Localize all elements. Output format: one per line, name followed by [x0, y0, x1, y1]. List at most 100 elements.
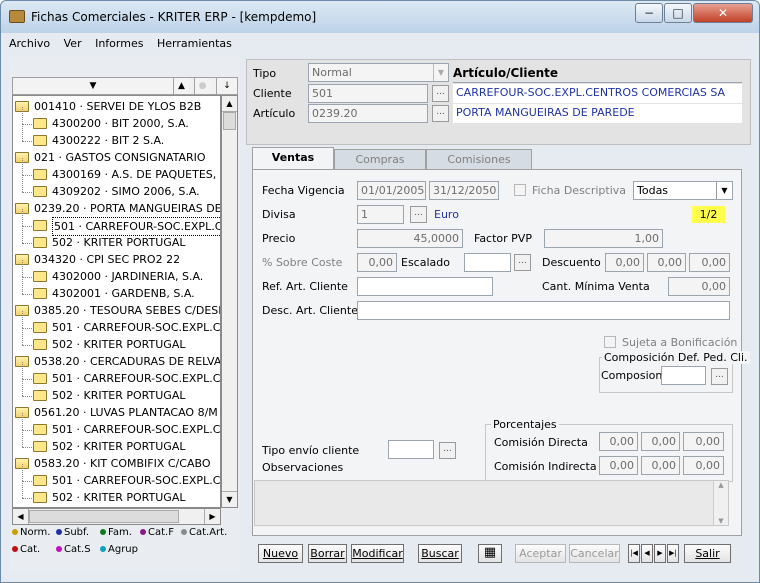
sobre-coste-field[interactable]: 0,00 — [357, 253, 397, 272]
descuento-field-3[interactable]: 0,00 — [689, 253, 730, 272]
articulo-lookup-button[interactable]: ... — [432, 105, 449, 122]
comision-indirecta-1[interactable]: 0,00 — [599, 456, 638, 475]
comision-indirecta-2[interactable]: 0,00 — [641, 456, 680, 475]
tree-view[interactable]: 001410 · SERVEI DE YLOS B2B 4300200 · BIT… — [12, 95, 221, 508]
menu-herramientas[interactable]: Herramientas — [157, 35, 232, 53]
tree-node-client[interactable]: 502 · KRITER PORTUGAL — [13, 438, 220, 455]
tree-node-article[interactable]: 021 · GASTOS CONSIGNATARIO — [13, 149, 220, 166]
next-record-icon[interactable]: ▶ — [654, 544, 666, 563]
comision-indirecta-label: Comisión Indirecta — [494, 460, 597, 473]
tree-node-article[interactable]: 034320 · CPI SEC PRO2 22 — [13, 251, 220, 268]
menu-ver[interactable]: Ver — [64, 35, 82, 53]
tree-horizontal-scrollbar[interactable]: ◀ ▶ — [12, 508, 221, 525]
cancelar-button[interactable]: Cancelar — [569, 544, 620, 563]
sort-down-button[interactable]: ↓ — [216, 78, 237, 94]
cliente-code-field[interactable]: 501 — [308, 84, 428, 103]
composicion-lookup-button[interactable]: ... — [711, 368, 728, 385]
desc-art-cliente-label: Desc. Art. Cliente — [262, 304, 358, 317]
tree-node-article[interactable]: 0538.20 · CERCADURAS DE RELVA — [13, 353, 221, 370]
fecha-desde-field[interactable]: 01/01/2005 — [357, 181, 426, 200]
close-button[interactable]: ✕ — [693, 3, 753, 23]
tree-node-client[interactable]: 501 · CARREFOUR-SOC.EXPL.C — [13, 472, 220, 489]
salir-label: Salir — [695, 547, 720, 560]
ficha-descriptiva-label: Ficha Descriptiva — [532, 184, 627, 197]
legend-item: Subf. — [56, 527, 89, 538]
folder-icon — [33, 373, 47, 384]
legend-label: Norm. — [20, 527, 51, 538]
tree-vertical-scrollbar[interactable]: ▲ ▼ — [221, 95, 238, 508]
tab-comisiones[interactable]: Comisiones — [426, 149, 532, 169]
sujeta-bonificacion-checkbox[interactable] — [604, 336, 616, 348]
tab-ventas[interactable]: Ventas — [252, 147, 334, 169]
tree-node-client[interactable]: 501 · CARREFOUR-SOC.EXPL.C — [13, 370, 220, 387]
precio-field[interactable]: 45,0000 — [357, 229, 463, 248]
ref-art-cliente-field[interactable] — [357, 277, 493, 296]
folder-icon — [33, 169, 47, 180]
tree-node-article[interactable]: 001410 · SERVEI DE YLOS B2B — [13, 98, 220, 115]
filter-dropdown[interactable]: ▼ — [13, 78, 173, 94]
tree-node-client[interactable]: 501 · CARREFOUR-SOC.EXPL.C — [13, 217, 220, 236]
comision-directa-2[interactable]: 0,00 — [641, 432, 680, 451]
tree-node-client[interactable]: 4302000 · JARDINERIA, S.A. — [13, 268, 220, 285]
comision-directa-3[interactable]: 0,00 — [683, 432, 724, 451]
tab-compras[interactable]: Compras — [334, 149, 426, 169]
desc-art-cliente-field[interactable] — [357, 301, 730, 320]
tree-node-client[interactable]: 501 · CARREFOUR-SOC.EXPL.C — [13, 421, 220, 438]
first-record-icon[interactable]: |◀ — [628, 544, 640, 563]
tree-node-client[interactable]: 4309202 · SIMO 2006, S.A. — [13, 183, 220, 200]
salir-button[interactable]: Salir — [684, 544, 731, 563]
tree-node-client[interactable]: 4300222 · BIT 2 S.A. — [13, 132, 220, 149]
comision-directa-1[interactable]: 0,00 — [599, 432, 638, 451]
maximize-button[interactable]: □ — [664, 3, 692, 23]
tree-node-article[interactable]: 0583.20 · KIT COMBIFIX C/CABO — [13, 455, 220, 472]
menu-informes[interactable]: Informes — [95, 35, 143, 53]
table-view-icon[interactable]: ▦ — [478, 544, 502, 563]
tipo-envio-lookup-button[interactable]: ... — [439, 442, 456, 459]
aceptar-button[interactable]: Aceptar — [515, 544, 566, 563]
tipo-select[interactable]: Normal ▼ — [308, 63, 449, 82]
divisa-field[interactable]: 1 — [357, 205, 404, 224]
circle-button[interactable]: ● — [194, 78, 210, 94]
cant-minima-field[interactable]: 0,00 — [668, 277, 730, 296]
tree-node-client[interactable]: 502 · KRITER PORTUGAL — [13, 489, 220, 506]
descuento-field-2[interactable]: 0,00 — [647, 253, 686, 272]
escalado-lookup-button[interactable]: ... — [514, 254, 531, 271]
tree-node-client[interactable]: 4300169 · A.S. DE PAQUETES, S — [13, 166, 220, 183]
tree-node-article[interactable]: 0385.20 · TESOURA SEBES C/DESM — [13, 302, 220, 319]
tree-node-client[interactable]: 502 · KRITER PORTUGAL — [13, 336, 220, 353]
borrar-label: Borrar — [310, 547, 345, 560]
tree-node-client[interactable]: 502 · KRITER PORTUGAL — [13, 387, 220, 404]
last-record-icon[interactable]: ▶| — [667, 544, 679, 563]
factor-pvp-field[interactable]: 1,00 — [544, 229, 663, 248]
cliente-lookup-button[interactable]: ... — [432, 85, 449, 102]
prev-record-icon[interactable]: ◀ — [641, 544, 653, 563]
modificar-button[interactable]: Modificar — [351, 544, 404, 563]
articulo-code-field[interactable]: 0239.20 — [308, 104, 428, 123]
tree-node-client[interactable]: 502 · KRITER PORTUGAL — [13, 234, 220, 251]
tree-node-client[interactable]: 4302001 · GARDENB, S.A. — [13, 285, 220, 302]
tree-node-article[interactable]: 0561.20 · LUVAS PLANTACAO 8/M — [13, 404, 220, 421]
escalado-field[interactable] — [464, 253, 511, 272]
minimize-button[interactable]: − — [635, 3, 663, 23]
todas-select[interactable]: Todas ▼ — [633, 181, 733, 200]
buscar-button[interactable]: Buscar — [418, 544, 462, 563]
divisa-lookup-button[interactable]: ... — [410, 206, 427, 223]
tree-node-client[interactable]: 501 · CARREFOUR-SOC.EXPL.C — [13, 319, 220, 336]
tree-node-article[interactable]: 0239.20 · PORTA MANGUEIRAS DE — [13, 200, 220, 217]
menu-archivo[interactable]: Archivo — [9, 35, 50, 53]
nuevo-button[interactable]: Nuevo — [258, 544, 303, 563]
comision-indirecta-3[interactable]: 0,00 — [683, 456, 724, 475]
sort-up-button[interactable]: ▲ — [173, 78, 189, 94]
borrar-button[interactable]: Borrar — [308, 544, 347, 563]
modificar-label: Modificar — [352, 547, 403, 560]
composicion-field[interactable] — [661, 366, 706, 385]
folder-icon — [33, 135, 47, 146]
legend-label: Cat.Art. — [189, 527, 228, 538]
descuento-field-1[interactable]: 0,00 — [605, 253, 644, 272]
tree-node-client[interactable]: 4300200 · BIT 2000, S.A. — [13, 115, 220, 132]
ficha-descriptiva-checkbox[interactable] — [514, 184, 526, 196]
observaciones-memo[interactable]: ▲ ▼ — [254, 480, 729, 526]
tipo-envio-field[interactable] — [388, 440, 434, 459]
tree-node-label: 0538.20 · CERCADURAS DE RELVA — [34, 355, 221, 368]
fecha-hasta-field[interactable]: 31/12/2050 — [429, 181, 499, 200]
